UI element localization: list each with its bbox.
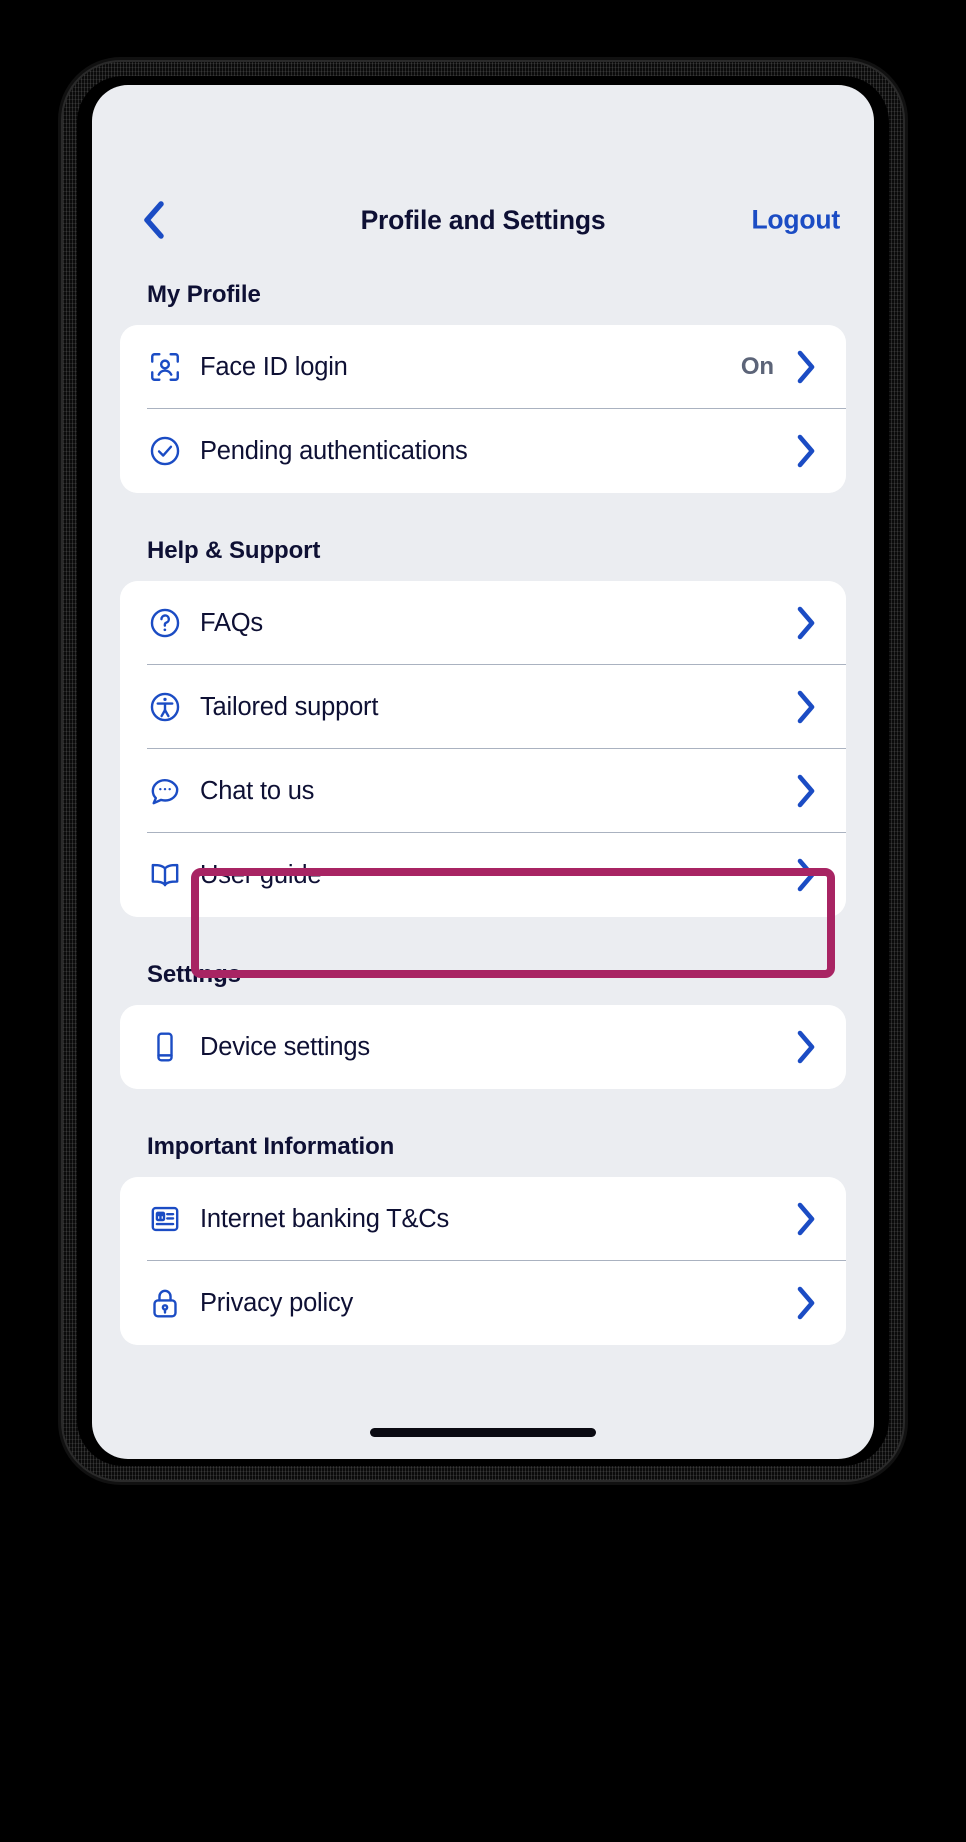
settings-row-label: Internet banking T&Cs: [200, 1204, 450, 1233]
settings-section: Settings Device settings: [92, 961, 874, 1089]
section-heading: Help & Support: [147, 537, 321, 564]
chat-bubble-icon: [147, 773, 183, 809]
chevron-right-icon: [794, 858, 818, 892]
back-button[interactable]: [132, 198, 176, 242]
mobile-device-icon: [147, 1029, 183, 1065]
settings-row-label: Device settings: [200, 1032, 370, 1061]
settings-row[interactable]: Pending authentications: [120, 409, 846, 493]
chevron-right-icon: [794, 1030, 818, 1064]
settings-row-label: Privacy policy: [200, 1288, 354, 1317]
settings-section: My Profile Face ID login On Pending authent…: [92, 281, 874, 493]
settings-row[interactable]: FAQs: [120, 581, 846, 665]
settings-row-label: Face ID login: [200, 352, 348, 381]
document-terms-icon: [147, 1201, 183, 1237]
back-chevron-icon: [144, 201, 164, 239]
book-icon: [147, 857, 183, 893]
chevron-right-icon: [794, 690, 818, 724]
settings-row-label: Tailored support: [200, 692, 379, 721]
settings-row-label: Pending authentications: [200, 436, 468, 465]
question-circle-icon: [147, 605, 183, 641]
settings-row-label: FAQs: [200, 608, 263, 637]
settings-row[interactable]: Chat to us: [120, 749, 846, 833]
settings-row[interactable]: User guide: [120, 833, 846, 917]
chevron-right-icon: [794, 606, 818, 640]
settings-content: My Profile Face ID login On Pending authent…: [92, 281, 874, 1345]
settings-card: Face ID login On Pending authentications: [120, 325, 846, 493]
lock-icon: [147, 1285, 183, 1321]
chevron-right-icon: [794, 350, 818, 384]
chevron-right-icon: [794, 774, 818, 808]
settings-row[interactable]: Internet banking T&Cs: [120, 1177, 846, 1261]
phone-frame: Profile and Settings Logout My Profile Fa…: [63, 62, 903, 1480]
app-screen: Profile and Settings Logout My Profile Fa…: [92, 85, 874, 1459]
settings-card: Internet banking T&Cs Privacy policy: [120, 1177, 846, 1345]
settings-card: FAQs Tailored support Chat to us User guide: [120, 581, 846, 917]
settings-row[interactable]: Tailored support: [120, 665, 846, 749]
settings-row-label: Chat to us: [200, 776, 315, 805]
check-circle-icon: [147, 433, 183, 469]
section-heading: Important Information: [147, 1133, 395, 1160]
settings-card: Device settings: [120, 1005, 846, 1089]
settings-row-value: On: [740, 353, 774, 380]
settings-row[interactable]: Face ID login On: [120, 325, 846, 409]
home-indicator-bar: [370, 1428, 596, 1437]
settings-section: Help & Support FAQs Tailored support Chat t…: [92, 537, 874, 917]
chevron-right-icon: [794, 434, 818, 468]
face-id-icon: [147, 349, 183, 385]
chevron-right-icon: [794, 1202, 818, 1236]
section-heading: My Profile: [147, 281, 261, 308]
settings-row-label: User guide: [200, 860, 322, 889]
accessibility-icon: [147, 689, 183, 725]
settings-row[interactable]: Device settings: [120, 1005, 846, 1089]
settings-section: Important Information Internet banking T&…: [92, 1133, 874, 1345]
app-header: Profile and Settings Logout: [92, 189, 874, 251]
chevron-right-icon: [794, 1286, 818, 1320]
logout-button[interactable]: Logout: [751, 205, 840, 236]
settings-row[interactable]: Privacy policy: [120, 1261, 846, 1345]
section-heading: Settings: [147, 961, 241, 988]
